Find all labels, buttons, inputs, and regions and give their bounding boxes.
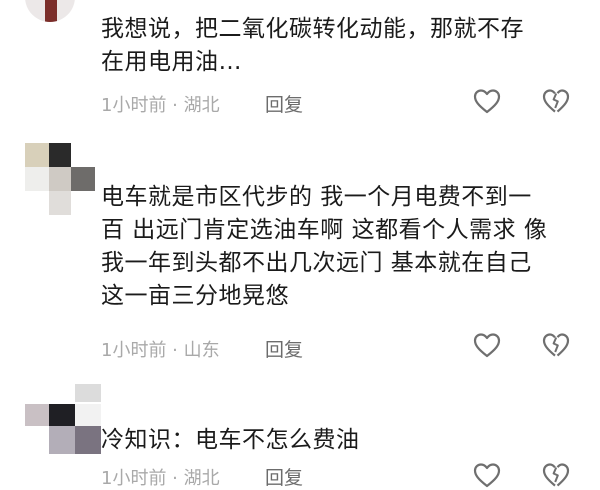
comment-text: 我想说，把二氧化碳转化动能，那就不存 在用电用油… (101, 16, 524, 75)
comment-text: 电车就是市区代步的 我一个月电费不到一 百 出远门肯定选油车啊 这都看个人需求 … (101, 184, 548, 309)
dislike-broken-heart-icon[interactable] (541, 86, 571, 116)
avatar[interactable] (25, 384, 101, 454)
reply-button[interactable]: 回复 (265, 90, 303, 117)
avatar[interactable] (25, 143, 95, 215)
avatar[interactable] (25, 0, 75, 22)
like-heart-icon[interactable] (472, 86, 502, 116)
dislike-broken-heart-icon[interactable] (541, 460, 571, 490)
comment-meta: 1小时前 · 湖北 (101, 468, 220, 489)
like-heart-icon[interactable] (472, 460, 502, 490)
dislike-broken-heart-icon[interactable] (541, 330, 571, 360)
like-heart-icon[interactable] (472, 330, 502, 360)
reply-button[interactable]: 回复 (265, 463, 303, 490)
comment-text: 冷知识：电车不怎么费油 (101, 427, 360, 453)
comment-meta: 1小时前 · 湖北 (101, 95, 220, 116)
reply-button[interactable]: 回复 (265, 335, 303, 362)
comment-meta: 1小时前 · 山东 (101, 340, 220, 361)
